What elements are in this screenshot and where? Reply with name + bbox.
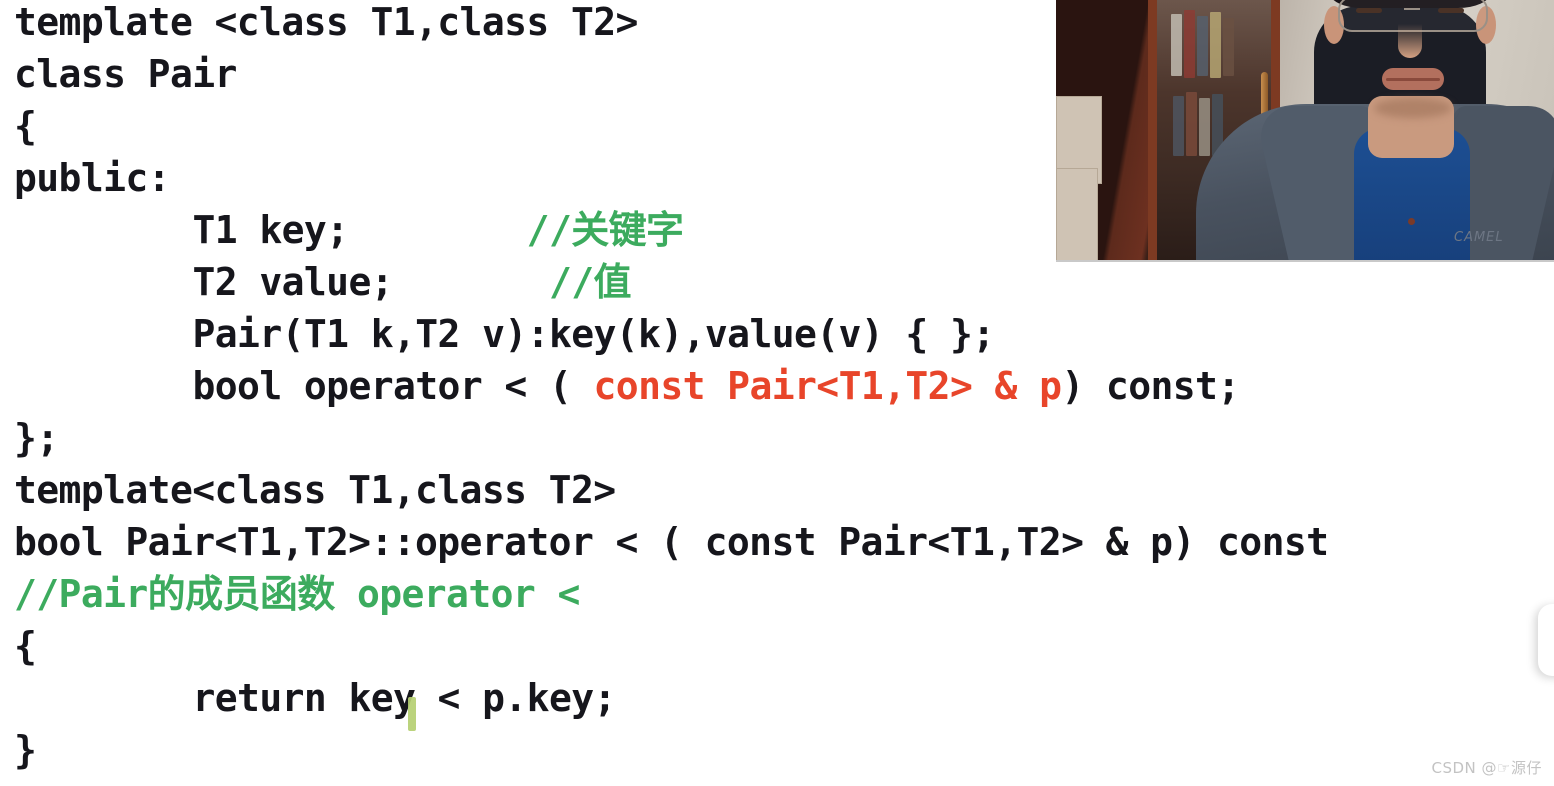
- lip-line: [1386, 78, 1440, 81]
- code-token: T1 key;: [192, 208, 527, 252]
- code-line: bool Pair<T1,T2>::operator < ( const Pai…: [0, 516, 1554, 568]
- cardboard-box: [1056, 168, 1098, 260]
- code-line: Pair(T1 k,T2 v):key(k),value(v) { };: [0, 308, 1554, 360]
- code-line: bool operator < ( const Pair<T1,T2> & p)…: [0, 360, 1554, 412]
- code-token: template <class T1,class T2>: [14, 0, 638, 44]
- code-token: bool operator < (: [192, 364, 594, 408]
- code-line: return key < p.key;: [0, 672, 1554, 724]
- eyeglasses-bridge: [1404, 8, 1420, 10]
- code-token: ) const;: [1061, 364, 1240, 408]
- code-token: return key < p.key;: [192, 676, 617, 720]
- code-line: template<class T1,class T2>: [0, 464, 1554, 516]
- code-token: bool Pair<T1,T2>::operator < ( const Pai…: [14, 520, 1329, 564]
- shirt-button: [1408, 218, 1415, 225]
- nose: [1398, 24, 1422, 58]
- partially-visible-panel[interactable]: [1538, 604, 1554, 676]
- code-line: };: [0, 412, 1554, 464]
- code-token: //值: [548, 260, 632, 304]
- code-token: class Pair: [14, 52, 237, 96]
- text-cursor: [408, 697, 416, 731]
- code-token: }: [14, 728, 37, 772]
- code-token: public:: [14, 156, 171, 200]
- jacket-brand-text: CAMEL: [1454, 230, 1504, 245]
- code-token: //关键字: [526, 208, 684, 252]
- code-token: //Pair的成员函数 operator <: [14, 572, 580, 616]
- code-token: Pair(T1 k,T2 v):key(k),value(v) { };: [192, 312, 996, 356]
- code-token: {: [14, 624, 37, 668]
- code-token: T2 value;: [192, 260, 549, 304]
- presenter-video-overlay[interactable]: CAMEL: [1056, 0, 1554, 262]
- code-token: template<class T1,class T2>: [14, 468, 616, 512]
- slide-screen: template <class T1,class T2> class Pair { p…: [0, 0, 1554, 786]
- code-line: }: [0, 724, 1554, 776]
- eye-right: [1438, 8, 1464, 13]
- eye-left: [1356, 8, 1382, 13]
- csdn-watermark: CSDN @☞源仔: [1431, 759, 1542, 777]
- code-line: {: [0, 620, 1554, 672]
- chin-shadow: [1374, 98, 1452, 118]
- code-line: //Pair的成员函数 operator <: [0, 568, 1554, 620]
- code-token: const Pair<T1,T2> & p: [593, 364, 1062, 408]
- code-token: };: [14, 416, 59, 460]
- code-line: T2 value; //值: [0, 256, 1554, 308]
- code-token: {: [14, 104, 37, 148]
